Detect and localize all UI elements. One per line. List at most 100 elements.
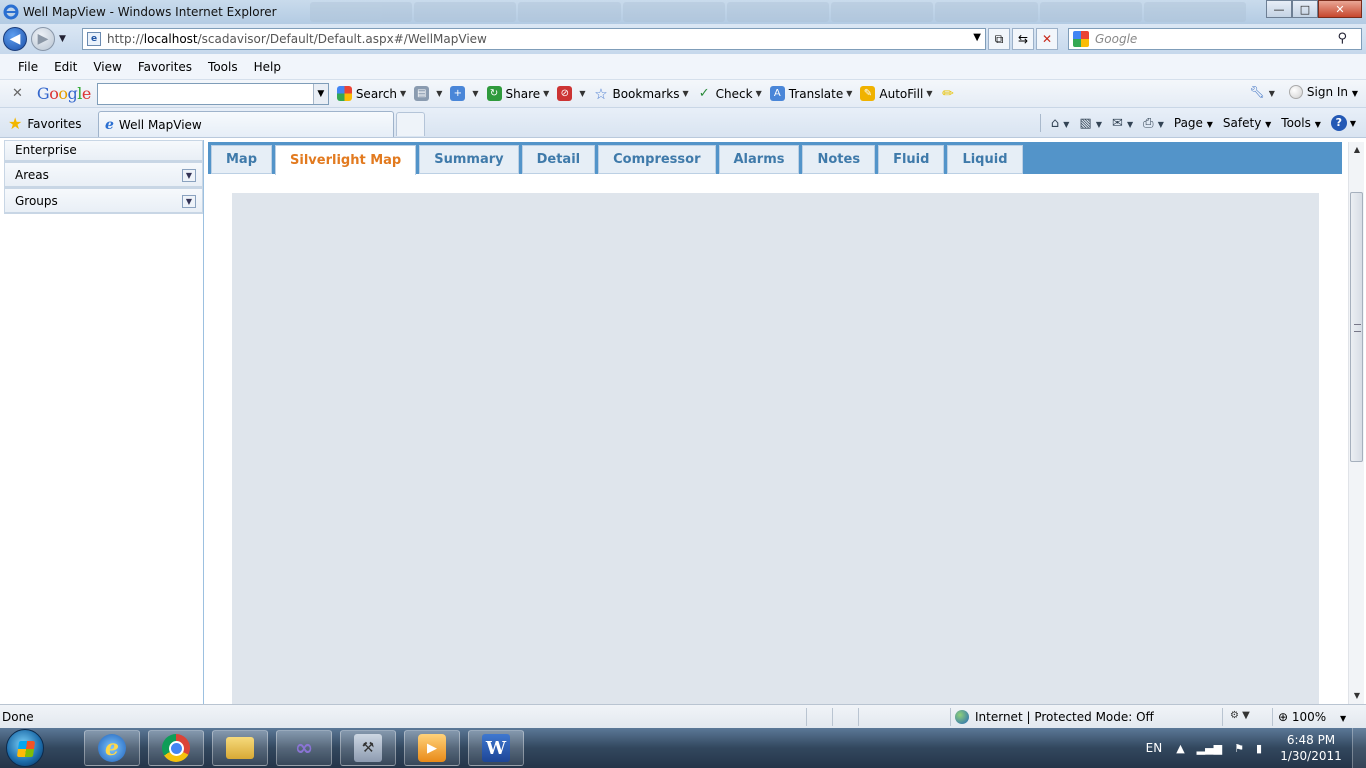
home-icon[interactable]: ⌂ ▼ [1051, 116, 1070, 131]
background-windows [310, 2, 1246, 22]
google-icon [1073, 31, 1089, 47]
ie-icon [3, 4, 19, 20]
refresh-icon[interactable]: ⇆ [1012, 28, 1034, 50]
menu-view[interactable]: View [93, 60, 121, 74]
left-navigation-panel: Enterprise Areas ▼ Groups ▼ [4, 140, 204, 704]
share-icon: ↻ [486, 86, 502, 101]
bookmarks-button[interactable]: ☆ Bookmarks ▼ [593, 85, 688, 103]
action-center-icon[interactable]: ⚑ [1234, 742, 1244, 755]
minimize-button[interactable]: — [1266, 0, 1292, 18]
taskbar-visual-studio[interactable]: ∞ [276, 730, 332, 766]
pagerank-button[interactable]: ⊘ ▼ [557, 86, 585, 101]
compat-view-icon[interactable]: ⧉ [988, 28, 1010, 50]
zoom-control[interactable]: ⊕ 100% ▼ [1278, 710, 1346, 724]
help-icon: ? [1330, 115, 1347, 131]
windows-taskbar: e ∞ ⚒ ▶ W EN ▲ ▂▄▆ ⚑ ▮ 6:48 PM 1/30/2011 [0, 728, 1366, 768]
chevron-down-icon[interactable]: ▼ [312, 83, 328, 104]
google-search-input[interactable]: ▼ [96, 82, 329, 105]
highlight-button[interactable]: ✏ [940, 85, 959, 102]
vertical-scrollbar[interactable]: ▲ ▼ [1348, 142, 1364, 704]
new-tab-button[interactable] [396, 112, 425, 136]
clock[interactable]: 6:48 PM 1/30/2011 [1274, 732, 1348, 764]
main-panel: Map Silverlight Map Summary Detail Compr… [208, 142, 1342, 704]
nav-areas[interactable]: Areas ▼ [4, 162, 203, 188]
network-icon[interactable]: ▂▄▆ [1197, 742, 1222, 755]
search-icon[interactable]: ⚲ [1337, 31, 1347, 46]
add-button[interactable]: + ▼ [450, 86, 479, 101]
pencil-icon: ✏ [942, 85, 954, 102]
favorites-button[interactable]: ★ Favorites [8, 114, 82, 133]
menu-favorites[interactable]: Favorites [138, 60, 192, 74]
safety-menu[interactable]: Safety ▼ [1223, 116, 1271, 130]
menu-bar: File Edit View Favorites Tools Help [0, 54, 1366, 80]
start-orb-icon[interactable] [6, 729, 44, 767]
tab-notes[interactable]: Notes [802, 145, 876, 174]
nav-enterprise[interactable]: Enterprise [4, 140, 203, 162]
protected-mode-icon[interactable]: ⚙ ▼ [1230, 710, 1250, 721]
close-button[interactable]: ✕ [1318, 0, 1362, 18]
show-desktop-button[interactable] [1352, 728, 1366, 768]
recent-pages-dropdown[interactable]: ▼ [59, 34, 71, 44]
google-logo: Google [36, 84, 91, 103]
address-bar-row: ◀ ▶ ▼ e http://localhost/scadavisor/Defa… [0, 24, 1366, 54]
tab-liquid[interactable]: Liquid [947, 145, 1023, 174]
scrollbar-thumb[interactable] [1350, 192, 1363, 462]
translate-button[interactable]: A Translate ▼ [769, 86, 852, 101]
help-menu[interactable]: ? ▼ [1330, 115, 1356, 131]
taskbar-media[interactable]: ▶ [404, 730, 460, 766]
address-input[interactable]: e http://localhost/scadavisor/Default/De… [82, 28, 986, 50]
menu-edit[interactable]: Edit [54, 60, 77, 74]
page-menu[interactable]: Page ▼ [1174, 116, 1213, 130]
power-icon[interactable]: ▮ [1256, 742, 1262, 755]
tab-detail[interactable]: Detail [521, 145, 596, 174]
blocked-icon: ⊘ [557, 86, 573, 101]
share-button[interactable]: ↻ Share ▼ [486, 86, 549, 101]
scroll-up-icon[interactable]: ▲ [1349, 142, 1365, 158]
chevron-down-icon[interactable]: ▼ [182, 195, 196, 208]
tab-map[interactable]: Map [211, 145, 273, 174]
menu-tools[interactable]: Tools [208, 60, 238, 74]
forward-icon[interactable]: ▶ [31, 27, 55, 51]
back-icon[interactable]: ◀ [3, 27, 27, 51]
sign-in-button[interactable]: Sign In ▼ [1288, 85, 1358, 99]
language-indicator[interactable]: EN [1146, 741, 1163, 755]
mail-icon[interactable]: ✉ ▼ [1112, 116, 1133, 131]
url-text: http://localhost/scadavisor/Default/Defa… [107, 32, 487, 46]
menu-file[interactable]: File [18, 60, 38, 74]
security-zone[interactable]: Internet | Protected Mode: Off [955, 710, 1154, 724]
tab-summary[interactable]: Summary [419, 145, 519, 174]
tools-menu[interactable]: Tools ▼ [1281, 116, 1321, 130]
tab-silverlight-map[interactable]: Silverlight Map [275, 145, 417, 175]
show-hidden-icons[interactable]: ▲ [1176, 742, 1184, 755]
scroll-down-icon[interactable]: ▼ [1349, 688, 1365, 704]
wrench-icon[interactable]: 🔧︎ ▼ [1250, 85, 1275, 99]
autofill-button[interactable]: ✎ AutoFill ▼ [860, 86, 932, 101]
translate-icon: A [769, 86, 785, 101]
taskbar-explorer[interactable] [212, 730, 268, 766]
search-input[interactable]: Google ⚲ [1068, 28, 1362, 50]
check-button[interactable]: ✓ Check ▼ [697, 86, 762, 101]
nav-groups[interactable]: Groups ▼ [4, 188, 203, 214]
taskbar-tools[interactable]: ⚒ [340, 730, 396, 766]
chevron-down-icon[interactable]: ▼ [182, 169, 196, 182]
star-icon: ★ [8, 114, 23, 133]
tab-bar: ★ Favorites e Well MapView ⌂ ▼ ▧ ▼ ✉ ▼ ⎙ ▼… [0, 108, 1366, 138]
tab-alarms[interactable]: Alarms [718, 145, 800, 174]
close-toolbar-icon[interactable]: ✕ [12, 86, 23, 101]
maximize-button[interactable]: □ [1292, 0, 1318, 18]
taskbar-chrome[interactable] [148, 730, 204, 766]
taskbar-ie[interactable]: e [84, 730, 140, 766]
spellcheck-icon: ✓ [698, 86, 710, 101]
tab-compressor[interactable]: Compressor [598, 145, 716, 174]
browser-tab[interactable]: e Well MapView [98, 111, 394, 137]
tab-fluid[interactable]: Fluid [878, 145, 945, 174]
google-search-button[interactable]: Search ▼ [336, 86, 406, 101]
feeds-icon[interactable]: ▧ ▼ [1079, 116, 1102, 131]
print-icon[interactable]: ⎙ ▼ [1143, 116, 1164, 131]
stop-icon[interactable]: ✕ [1036, 28, 1058, 50]
address-dropdown[interactable]: ▼ [973, 32, 981, 43]
taskbar-word[interactable]: W [468, 730, 524, 766]
silverlight-map-area[interactable] [232, 193, 1319, 704]
popup-blocker-button[interactable]: ▤ ▼ [414, 86, 442, 101]
menu-help[interactable]: Help [254, 60, 281, 74]
